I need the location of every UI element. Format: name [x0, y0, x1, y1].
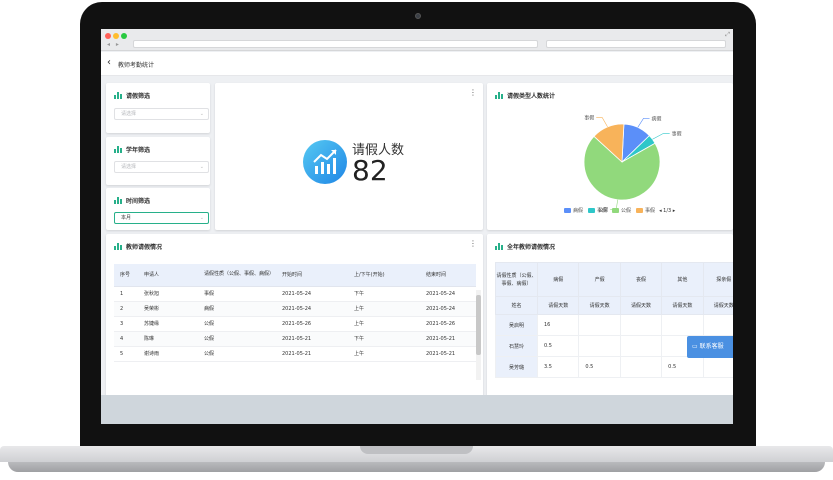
table-row[interactable]: 吴启明 16 [495, 314, 733, 336]
column-header: 请假天数 [661, 296, 704, 315]
card-title: 请假筛选 [114, 91, 150, 100]
time-range-select[interactable]: 本月 ⌄ [114, 212, 209, 224]
chevron-down-icon: ⌄ [199, 215, 204, 221]
browser-search-bar[interactable] [546, 40, 726, 48]
pie-slice-label: 事假 [672, 130, 682, 137]
legend-pager[interactable]: ◂ 1/3 ▸ [659, 208, 675, 214]
column-header: 结束时间 [420, 264, 476, 287]
chat-icon: ▭ [692, 343, 700, 350]
column-header: 请假天数 [536, 296, 580, 315]
legend-swatch[interactable] [612, 208, 620, 213]
column-header: 申请人 [138, 264, 198, 287]
annual-leave-table-card: 全年教师请假情况 请假性质（公假、事假、病假） 病假 产假 丧假 其他 探亲假 … [487, 234, 733, 399]
time-filter-card: 时间筛选 本月 ⌄ [106, 188, 210, 230]
table-scrollbar[interactable] [476, 290, 481, 380]
page-title: 教师考勤统计 [118, 62, 155, 69]
card-title: 全年教师请假情况 [495, 242, 555, 251]
bar-chart-icon [114, 243, 122, 250]
legend-swatch[interactable] [588, 208, 596, 213]
column-header: 请假天数 [578, 296, 621, 315]
column-header: 姓名 [495, 296, 538, 315]
column-header: 病假 [536, 262, 580, 297]
column-header: 丧假 [619, 262, 663, 297]
table-row[interactable]: 4 陈琳 公假 2021-05-21 下午 2021-05-21 [114, 331, 476, 347]
bar-chart-icon [495, 243, 503, 250]
kpi-value: 82 [352, 154, 388, 187]
table-subheader-row: 姓名 请假天数 请假天数 请假天数 请假天数 请假天数 [495, 296, 733, 315]
bar-chart-icon [114, 197, 122, 204]
chevron-down-icon: ⌄ [199, 111, 204, 117]
close-window-icon[interactable] [105, 33, 111, 39]
minimize-window-icon[interactable] [113, 33, 119, 39]
column-header: 上/下午(开始) [348, 264, 420, 287]
column-header: 开始时间 [276, 264, 348, 287]
more-options-icon[interactable]: ⋮ [469, 89, 477, 97]
table-header-row: 请假性质（公假、事假、病假） 病假 产假 丧假 其他 探亲假 [495, 262, 733, 297]
leave-count-card: ⋮ 请假人数 82 [215, 83, 483, 230]
back-arrow-icon[interactable]: ‹ [107, 57, 111, 69]
pie-label-line [652, 132, 670, 140]
card-title: 时间筛选 [114, 196, 150, 205]
taskbar-strip [101, 395, 733, 424]
app-header: ‹ 教师考勤统计 [101, 52, 733, 76]
column-header: 其他 [661, 262, 704, 297]
column-header: 请假性质（公假、事假、病假） [495, 262, 538, 297]
pie-slice-label: 病假 [652, 115, 662, 122]
leave-filter-card: 请假筛选 请选择 ⌄ [106, 83, 210, 133]
more-options-icon[interactable]: ⋮ [469, 240, 477, 248]
school-year-select[interactable]: 请选择 ⌄ [114, 161, 209, 173]
legend-swatch[interactable] [564, 208, 571, 213]
leave-type-pie-card: 请假类型人数统计 病假 事假 公假 事假 病假 事假 公假 事假 ◂ 1/3 ▸ [487, 83, 733, 230]
browser-nav-icons[interactable]: ◂ ▸ [107, 41, 121, 48]
laptop-screen: ◂ ▸ ⤢ ‹ 教师考勤统计 请假筛选 请选择 ⌄ 学年筛选 请选择 ⌄ 时间筛… [101, 29, 733, 424]
fullscreen-icon[interactable]: ⤢ [725, 31, 730, 39]
browser-chrome: ◂ ▸ ⤢ [101, 29, 733, 51]
pie-label-line [637, 118, 650, 128]
bar-chart-icon [114, 92, 122, 99]
table-row[interactable]: 5 谢诗雨 公假 2021-05-21 上午 2021-05-21 [114, 346, 476, 362]
card-title: 学年筛选 [114, 145, 150, 154]
url-bar[interactable] [133, 40, 538, 48]
chevron-down-icon: ⌄ [199, 164, 204, 170]
laptop-mockup: ◂ ▸ ⤢ ‹ 教师考勤统计 请假筛选 请选择 ⌄ 学年筛选 请选择 ⌄ 时间筛… [0, 0, 833, 480]
table-row[interactable]: 1 张秋旭 事假 2021-05-24 下午 2021-05-24 [114, 286, 476, 302]
column-header: 请假天数 [619, 296, 663, 315]
table-header-row: 序号 申请人 请假性质（公假、事假、病假） 开始时间 上/下午(开始) 结束时间 [114, 264, 476, 287]
column-header: 探亲假 [702, 262, 733, 297]
column-header: 请假天数 [702, 296, 733, 315]
legend-swatch[interactable] [636, 208, 644, 213]
trend-chart-icon [303, 140, 347, 184]
column-header: 产假 [578, 262, 621, 297]
table-row[interactable]: 2 吴荣彬 病假 2021-05-24 上午 2021-05-24 [114, 301, 476, 317]
pie-slice-label: 事假 [584, 115, 594, 122]
pie-legend: 病假 事假 公假 事假 ◂ 1/3 ▸ [559, 207, 675, 214]
column-header: 序号 [114, 264, 138, 287]
table-row[interactable]: 吴芳璐 3.5 0.5 0.5 [495, 356, 733, 378]
annual-leave-table: 请假性质（公假、事假、病假） 病假 产假 丧假 其他 探亲假 姓名 请假天数 请… [495, 262, 733, 378]
table-row[interactable]: 3 苏婕缘 公假 2021-05-26 上午 2021-05-26 [114, 316, 476, 332]
maximize-window-icon[interactable] [121, 33, 127, 39]
laptop-base [0, 446, 833, 476]
card-title: 教师请假情况 [114, 242, 162, 251]
teacher-leave-table-card: 教师请假情况 ⋮ 序号 申请人 请假性质（公假、事假、病假） 开始时间 上/下午… [106, 234, 483, 399]
bar-chart-icon [114, 146, 122, 153]
year-filter-card: 学年筛选 请选择 ⌄ [106, 137, 210, 185]
contact-support-button[interactable]: ▭ 联系客服 [687, 336, 733, 358]
scrollbar-thumb[interactable] [476, 295, 481, 355]
teacher-leave-table: 序号 申请人 请假性质（公假、事假、病假） 开始时间 上/下午(开始) 结束时间… [114, 264, 476, 362]
laptop-notch [360, 446, 473, 454]
leave-type-select[interactable]: 请选择 ⌄ [114, 108, 209, 120]
pie-label-line [596, 117, 608, 128]
camera-icon [415, 13, 421, 19]
column-header: 请假性质（公假、事假、病假） [198, 264, 276, 287]
